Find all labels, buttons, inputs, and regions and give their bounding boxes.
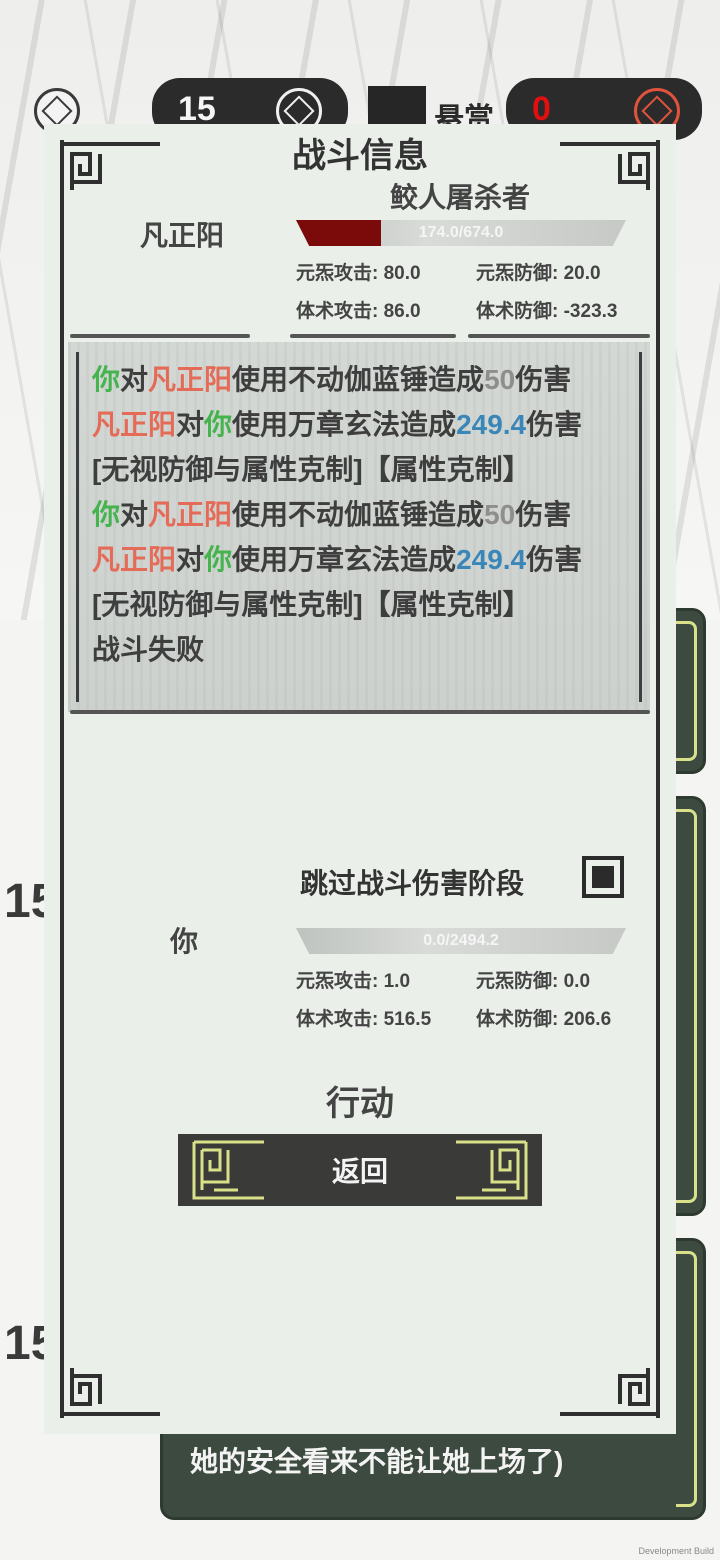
player-ti-defense: 体术防御: 206.6 — [476, 1009, 612, 1030]
log-text: 伤害 — [515, 499, 572, 530]
action-label: 行动 — [326, 1085, 394, 1123]
log-target: 你 — [204, 409, 233, 440]
log-text: 伤害 — [526, 409, 583, 440]
log-target: 你 — [204, 544, 233, 575]
divider — [290, 334, 456, 338]
log-line: 凡正阳对你使用万章玄法造成249.4伤害 — [92, 403, 582, 443]
dev-build-watermark: Development Build — [638, 1546, 714, 1556]
log-target: 凡正阳 — [148, 364, 233, 395]
battle-log[interactable]: 你对凡正阳使用不动伽蓝锤造成50伤害 凡正阳对你使用万章玄法造成249.4伤害 … — [68, 342, 650, 712]
log-target: 凡正阳 — [148, 499, 233, 530]
player-yuan-attack: 元炁攻击: 1.0 — [296, 971, 411, 992]
log-line: [无视防御与属性克制]【属性克制】 — [92, 454, 531, 485]
log-damage: 50 — [484, 499, 516, 530]
return-button[interactable]: 返回 — [178, 1134, 542, 1206]
divider — [70, 334, 250, 338]
player-hp-text: 0.0/2494.2 — [423, 932, 499, 949]
log-result: 战斗失败 — [92, 634, 205, 665]
log-text: 使用不动伽蓝锤造成 — [232, 499, 485, 530]
dialog-title: 战斗信息 — [292, 137, 428, 175]
log-text: 对 — [120, 499, 149, 530]
log-damage: 50 — [484, 364, 516, 395]
log-line: 你对凡正阳使用不动伽蓝锤造成50伤害 — [92, 493, 571, 533]
log-actor: 凡正阳 — [92, 544, 177, 575]
log-text: 使用不动伽蓝锤造成 — [232, 364, 485, 395]
log-text: 对 — [176, 544, 205, 575]
log-actor: 凡正阳 — [92, 409, 177, 440]
log-damage: 249.4 — [456, 544, 527, 575]
log-text: 对 — [120, 364, 149, 395]
log-text: 伤害 — [526, 544, 583, 575]
player-hp-bar: 0.0/2494.2 — [296, 928, 626, 954]
player-yuan-defense: 元炁防御: 0.0 — [476, 971, 591, 992]
enemy-ti-defense: 体术防御: -323.3 — [476, 301, 618, 322]
player-name: 你 — [170, 926, 199, 957]
corner-ornament-bottom-right — [554, 1354, 664, 1424]
log-line: [无视防御与属性克制]【属性克制】 — [92, 589, 531, 620]
log-actor: 你 — [92, 499, 121, 530]
log-damage: 249.4 — [456, 409, 527, 440]
skip-damage-label: 跳过战斗伤害阶段 — [300, 868, 525, 899]
button-ornament-left — [188, 1138, 270, 1202]
enemy-hp-bar: 174.0/674.0 — [296, 220, 626, 246]
return-button-label: 返回 — [331, 1156, 388, 1187]
background-card-text: 她的安全看来不能让她上场了) — [190, 1446, 564, 1477]
log-text: 使用万章玄法造成 — [232, 544, 457, 575]
enemy-yuan-defense: 元炁防御: 20.0 — [476, 263, 601, 284]
enemy-title: 鲛人屠杀者 — [390, 182, 531, 213]
log-line: 凡正阳对你使用万章玄法造成249.4伤害 — [92, 538, 582, 578]
log-text: 伤害 — [515, 364, 572, 395]
enemy-ti-attack: 体术攻击: 86.0 — [296, 301, 421, 322]
button-ornament-right — [450, 1138, 532, 1202]
dialog-border — [60, 140, 660, 1418]
divider — [70, 710, 650, 714]
player-ti-attack: 体术攻击: 516.5 — [296, 1009, 432, 1030]
divider — [468, 334, 650, 338]
enemy-name: 凡正阳 — [140, 220, 225, 251]
enemy-yuan-attack: 元炁攻击: 80.0 — [296, 263, 421, 284]
log-text: 对 — [176, 409, 205, 440]
skip-damage-checkbox[interactable] — [582, 856, 624, 898]
log-line: 你对凡正阳使用不动伽蓝锤造成50伤害 — [92, 358, 571, 398]
corner-ornament-bottom-left — [56, 1354, 166, 1424]
enemy-hp-text: 174.0/674.0 — [418, 224, 504, 241]
log-text: 使用万章玄法造成 — [232, 409, 457, 440]
battle-info-dialog: 战斗信息 鲛人屠杀者 凡正阳 174.0/674.0 元炁攻击: 80.0 元炁… — [44, 124, 676, 1434]
log-actor: 你 — [92, 364, 121, 395]
